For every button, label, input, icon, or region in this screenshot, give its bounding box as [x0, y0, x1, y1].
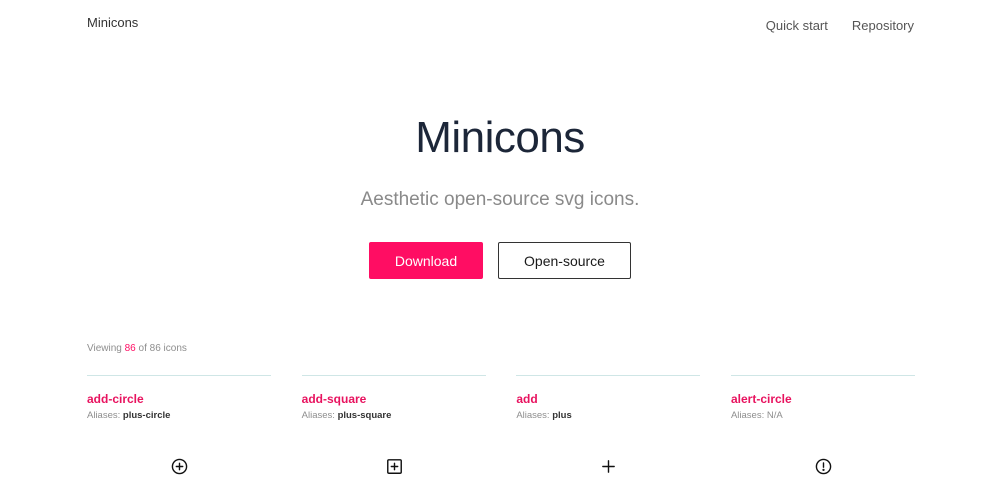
download-button[interactable]: Download: [369, 242, 483, 279]
viewing-total: of 86 icons: [138, 343, 187, 354]
add-square-icon[interactable]: [386, 458, 403, 475]
icon-name: add-circle: [87, 392, 144, 406]
hero-buttons: Download Open-source: [0, 242, 1000, 279]
nav-links: Quick start Repository: [766, 18, 914, 33]
hero-subtitle: Aesthetic open-source svg icons.: [360, 189, 640, 210]
aliases-value: plus-square: [337, 410, 392, 421]
nav-link-quick-start[interactable]: Quick start: [766, 18, 828, 33]
icon-card-add-circle: add-circle Aliases: plus-circle: [87, 375, 271, 500]
aliases-label: Aliases:: [516, 410, 550, 421]
aliases-value: N/A: [766, 410, 783, 421]
icon-aliases: Aliases: plus-circle: [87, 410, 271, 421]
icon-card-alert-circle: alert-circle Aliases: N/A: [730, 375, 915, 500]
aliases-label: Aliases:: [730, 410, 765, 421]
icon-grid: add-circle Aliases: plus-circle add-squa…: [87, 375, 915, 500]
aliases-value: plus: [552, 410, 572, 421]
top-navigation: Minicons Quick start Repository: [0, 0, 1000, 50]
alert-circle-icon[interactable]: [815, 458, 832, 475]
icon-card-add: add Aliases: plus: [516, 375, 701, 500]
add-circle-icon[interactable]: [171, 458, 188, 475]
hero-section: Minicons Aesthetic open-source svg icons…: [0, 110, 1000, 279]
add-icon[interactable]: [600, 458, 617, 475]
icon-aliases: Aliases: plus: [516, 410, 700, 421]
aliases-value: plus-circle: [122, 410, 171, 421]
icon-name: alert-circle: [730, 392, 792, 406]
hero-title: Minicons: [415, 113, 585, 162]
aliases-label: Aliases:: [87, 410, 121, 421]
viewing-shown-count: 86: [124, 343, 136, 354]
icon-name: add: [516, 392, 538, 406]
icon-aliases: Aliases: N/A: [731, 410, 915, 421]
icon-name: add-square: [301, 392, 367, 406]
open-source-button[interactable]: Open-source: [498, 242, 631, 279]
nav-link-repository[interactable]: Repository: [852, 18, 914, 33]
brand-link[interactable]: Minicons: [87, 15, 138, 30]
aliases-label: Aliases:: [301, 410, 335, 421]
viewing-count: Viewing 86 of 86 icons: [87, 343, 187, 354]
viewing-prefix: Viewing: [87, 343, 122, 354]
icon-aliases: Aliases: plus-square: [302, 410, 486, 421]
icon-card-add-square: add-square Aliases: plus-square: [301, 375, 486, 500]
